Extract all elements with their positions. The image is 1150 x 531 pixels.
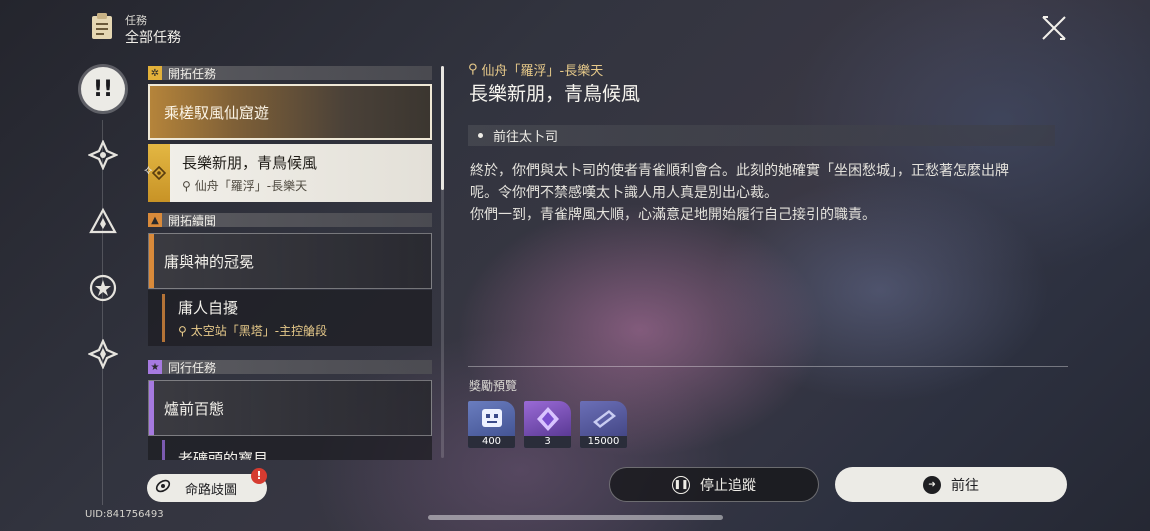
- stop-tracking-button[interactable]: ❚❚ 停止追蹤: [609, 467, 819, 502]
- uid-text: UID:841756493: [85, 509, 164, 520]
- quest-item-2[interactable]: 庸與神的冠冕: [148, 233, 432, 289]
- location-pin-icon: ⚲: [178, 323, 187, 338]
- rail-trailblaze-continuance-button[interactable]: [86, 205, 120, 239]
- quest-label: 庸與神的冠冕: [164, 252, 255, 271]
- header-category: 任務: [125, 14, 147, 27]
- trailblaze-continuance-icon: [89, 207, 117, 234]
- rail-adventure-button[interactable]: [86, 337, 120, 371]
- companion-star-icon: [89, 274, 117, 302]
- arrow-right-icon: ➜: [923, 475, 941, 494]
- category-continuance-header: ▲ 開拓續聞: [148, 213, 432, 228]
- category-trailblaze-header: ✲ 開拓任務: [148, 66, 432, 81]
- page-title: 全部任務: [125, 30, 181, 46]
- quest-item-1-selected[interactable]: 長樂新朋，青鳥候風 ⚲ 仙舟「羅浮」-長樂天: [148, 144, 432, 202]
- reward-count: 400: [468, 436, 515, 448]
- quest-label: 乘槎馭風仙窟遊: [164, 103, 270, 122]
- quest-label: 老礦頭的寶貝: [178, 450, 269, 460]
- go-label: 前往: [951, 477, 979, 494]
- purple-material-icon: [524, 401, 571, 437]
- quest-description: 終於，你們與太卜司的使者青雀順利會合。此刻的她確實「坐困愁城」，正愁著怎麼出牌 …: [470, 163, 1009, 223]
- quest-location: 仙舟「羅浮」-長樂天: [194, 179, 308, 193]
- rail-companion-button[interactable]: [86, 271, 120, 305]
- rail-line: [102, 120, 103, 505]
- rail-all-missions-button[interactable]: !!: [81, 67, 125, 111]
- continuance-badge-icon: ▲: [148, 213, 162, 227]
- scrollbar-thumb[interactable]: [441, 66, 444, 190]
- all-missions-icon: !!: [92, 76, 114, 102]
- location-pin-icon: ⚲: [468, 62, 478, 77]
- quest-location: 太空站「黑塔」-主控艙段: [190, 324, 328, 338]
- quest-label: 庸人自擾: [178, 299, 239, 317]
- companion-badge-icon: ★: [148, 360, 162, 374]
- trailblaze-icon: [88, 140, 118, 170]
- quest-item-4[interactable]: 爐前百態: [148, 380, 432, 436]
- quest-item-0[interactable]: 乘槎馭風仙窟遊: [148, 84, 432, 140]
- location-pin-icon: ⚲: [182, 178, 191, 193]
- path-tree-button[interactable]: 命路歧圖 !: [147, 468, 267, 502]
- trailblaze-exp-icon: [468, 401, 515, 437]
- detail-location: ⚲ 仙舟「羅浮」-長樂天: [468, 62, 604, 79]
- reward-item-1[interactable]: 3: [524, 401, 571, 448]
- objective-text: 前往太卜司: [493, 130, 559, 145]
- category-companion-header: ★ 同行任務: [148, 360, 432, 375]
- objective-bar: 前往太卜司: [468, 125, 1055, 146]
- stop-tracking-label: 停止追蹤: [700, 477, 756, 494]
- bullet-icon: [478, 133, 483, 138]
- detail-title: 長樂新朋，青鳥候風: [469, 83, 641, 105]
- selection-arrow-icon: ⟡: [144, 163, 153, 178]
- divider: [468, 366, 1068, 367]
- reward-item-2[interactable]: 15000: [580, 401, 627, 448]
- quest-item-5[interactable]: 老礦頭的寶貝: [148, 436, 432, 460]
- quest-label: 長樂新朋，青鳥候風: [182, 154, 318, 172]
- path-tree-icon: [155, 478, 171, 498]
- home-indicator[interactable]: [428, 515, 723, 520]
- credit-icon: [580, 401, 627, 437]
- trailblaze-badge-icon: ✲: [148, 66, 162, 80]
- reward-item-0[interactable]: 400: [468, 401, 515, 448]
- quest-list[interactable]: ✲ 開拓任務 乘槎馭風仙窟遊 長樂新朋，青鳥候風 ⚲ 仙舟「羅浮」-長樂天 ▲ …: [148, 64, 434, 460]
- pause-icon: ❚❚: [672, 475, 690, 494]
- rail-trailblaze-button[interactable]: [86, 138, 120, 172]
- adventure-icon: [88, 339, 118, 369]
- reward-count: 15000: [580, 436, 627, 448]
- quest-label: 爐前百態: [164, 399, 225, 418]
- reward-count: 3: [524, 436, 571, 448]
- path-tree-label: 命路歧圖: [185, 482, 238, 498]
- mission-clipboard-icon: [90, 12, 114, 40]
- quest-item-3[interactable]: 庸人自擾 ⚲ 太空站「黑塔」-主控艙段: [148, 290, 432, 346]
- go-button[interactable]: ➜ 前往: [835, 467, 1067, 502]
- close-icon[interactable]: [1040, 14, 1068, 42]
- rewards-title: 獎勵預覽: [469, 379, 518, 393]
- alert-badge: !: [251, 468, 267, 484]
